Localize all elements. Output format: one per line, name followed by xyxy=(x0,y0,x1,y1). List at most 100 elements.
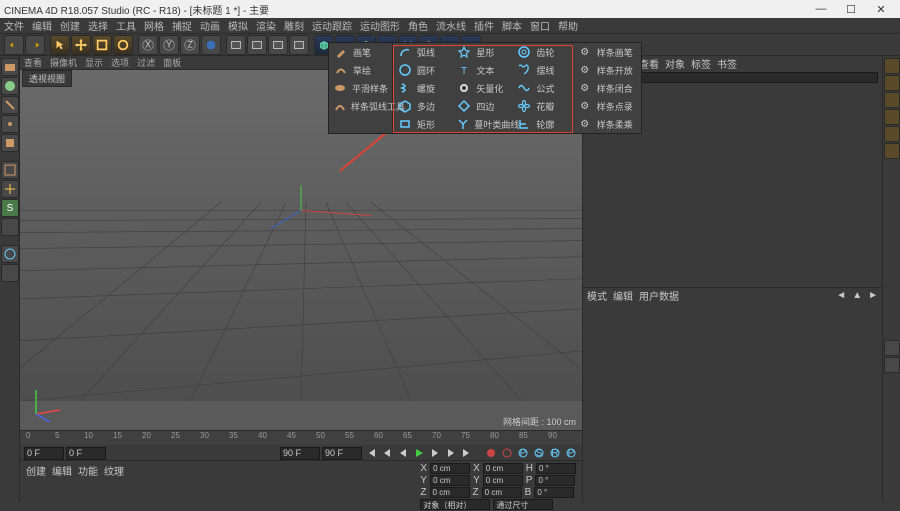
profile-spline[interactable]: 轮廓 xyxy=(512,115,571,133)
pos-z-field[interactable]: 0 cm xyxy=(430,487,470,498)
layer-icon[interactable] xyxy=(884,357,900,373)
object-search-input[interactable] xyxy=(601,72,878,83)
play-button[interactable] xyxy=(412,446,426,460)
soft-select-icon[interactable] xyxy=(1,245,19,263)
next-key-button[interactable] xyxy=(444,446,458,460)
point-mode-icon[interactable] xyxy=(1,115,19,133)
render-region-button[interactable] xyxy=(247,35,267,55)
rp-tab-view[interactable]: 查看 xyxy=(639,56,659,71)
nside-spline[interactable]: 多边 xyxy=(393,97,452,115)
vp-menu-panel[interactable]: 面板 xyxy=(163,56,181,69)
menu-file[interactable]: 文件 xyxy=(4,18,24,33)
size-z-field[interactable]: 0 cm xyxy=(482,487,522,498)
menu-pipeline[interactable]: 流水线 xyxy=(436,18,466,33)
undo-button[interactable] xyxy=(4,35,24,55)
cycloid-spline[interactable]: 摆线 xyxy=(512,61,571,79)
attr-tab-edit[interactable]: 编辑 xyxy=(613,288,633,303)
rp-tab-bookmarks[interactable]: 书签 xyxy=(717,56,737,71)
helix-spline[interactable]: 螺旋 xyxy=(393,79,452,97)
axis-z-button[interactable]: Z xyxy=(180,35,200,55)
rotate-tool[interactable] xyxy=(113,35,133,55)
attr-pen[interactable]: ⚙样条画笔 xyxy=(573,43,641,61)
axis-y-button[interactable]: Y xyxy=(159,35,179,55)
coord-mode-field[interactable]: 对象（相对） xyxy=(420,499,490,510)
bb-tab-tex[interactable]: 纹理 xyxy=(104,463,124,478)
size-y-field[interactable]: 0 cm xyxy=(483,475,523,486)
tweak-icon[interactable] xyxy=(1,264,19,282)
layout-6-icon[interactable] xyxy=(884,143,900,159)
record-button[interactable] xyxy=(484,446,498,460)
cissoid-spline[interactable]: 蔓叶类曲线 xyxy=(452,115,512,133)
pos-x-field[interactable]: 0 cm xyxy=(430,463,470,474)
key-pos-button[interactable]: P xyxy=(516,446,530,460)
autokey-button[interactable] xyxy=(500,446,514,460)
picture-viewer-button[interactable] xyxy=(289,35,309,55)
attr-nav-back-icon[interactable]: ◄ xyxy=(836,290,846,301)
text-spline[interactable]: T文本 xyxy=(452,61,512,79)
menu-character[interactable]: 角色 xyxy=(408,18,428,33)
vp-menu-options[interactable]: 选项 xyxy=(111,56,129,69)
next-frame-button[interactable] xyxy=(428,446,442,460)
formula-spline[interactable]: 公式 xyxy=(512,79,571,97)
close-button[interactable]: ✕ xyxy=(866,1,896,17)
to-start-button[interactable] xyxy=(364,446,378,460)
rot-b-field[interactable]: 0 ° xyxy=(534,487,574,498)
rp-tab-tags[interactable]: 标签 xyxy=(691,56,711,71)
scale-mode-field[interactable]: 通过尺寸 xyxy=(493,499,553,510)
vectorize-spline[interactable]: 矢量化 xyxy=(452,79,512,97)
poly-mode-icon[interactable] xyxy=(1,134,19,152)
circle-spline[interactable]: 圆环 xyxy=(393,61,452,79)
menu-create[interactable]: 创建 xyxy=(60,18,80,33)
key-scale-button[interactable]: S xyxy=(532,446,546,460)
prev-frame-button[interactable] xyxy=(396,446,410,460)
star-spline[interactable]: 星形 xyxy=(452,43,512,61)
menu-snap[interactable]: 捕捉 xyxy=(172,18,192,33)
start-frame-field[interactable]: 0 F xyxy=(24,447,64,460)
workplane-icon[interactable] xyxy=(1,218,19,236)
arc-spline[interactable]: 弧线 xyxy=(393,43,452,61)
attr-tab-userdata[interactable]: 用户数据 xyxy=(639,288,679,303)
size-x-field[interactable]: 0 cm xyxy=(483,463,523,474)
vp-menu-camera[interactable]: 摄像机 xyxy=(50,56,77,69)
menu-help[interactable]: 帮助 xyxy=(558,18,578,33)
key-param-button[interactable]: P xyxy=(564,446,578,460)
layout-4-icon[interactable] xyxy=(884,109,900,125)
snap-icon[interactable]: S xyxy=(1,199,19,217)
rect-spline[interactable]: 矩形 xyxy=(393,115,452,133)
xray-icon[interactable] xyxy=(1,161,19,179)
vp-menu-display[interactable]: 显示 xyxy=(85,56,103,69)
attr-record[interactable]: ⚙样条点录 xyxy=(573,97,641,115)
flower-spline[interactable]: 花瓣 xyxy=(512,97,571,115)
vp-menu-filter[interactable]: 过滤 xyxy=(137,56,155,69)
attr-soft[interactable]: ⚙样条柔乘 xyxy=(573,115,641,133)
menu-sculpt[interactable]: 雕刻 xyxy=(284,18,304,33)
bb-tab-create[interactable]: 创建 xyxy=(26,463,46,478)
scale-tool[interactable] xyxy=(92,35,112,55)
spline-arc-tool[interactable]: 样条弧线工具 xyxy=(329,97,392,115)
axis-icon[interactable] xyxy=(1,180,19,198)
vp-menu-view[interactable]: 查看 xyxy=(24,56,42,69)
coord-system-button[interactable] xyxy=(201,35,221,55)
menu-track[interactable]: 运动跟踪 xyxy=(312,18,352,33)
attr-nav-fwd-icon[interactable]: ► xyxy=(868,290,878,301)
cog-spline[interactable]: 齿轮 xyxy=(512,43,571,61)
menu-mesh[interactable]: 网格 xyxy=(144,18,164,33)
menu-mograph[interactable]: 运动图形 xyxy=(360,18,400,33)
axis-x-button[interactable]: X xyxy=(138,35,158,55)
menu-animate[interactable]: 动画 xyxy=(200,18,220,33)
menu-select[interactable]: 选择 xyxy=(88,18,108,33)
edge-mode-icon[interactable] xyxy=(1,96,19,114)
content-browser-icon[interactable] xyxy=(884,340,900,356)
prev-key-button[interactable] xyxy=(380,446,394,460)
maximize-button[interactable]: ☐ xyxy=(836,1,866,17)
render-settings-button[interactable] xyxy=(268,35,288,55)
render-view-button[interactable] xyxy=(226,35,246,55)
pen-tool[interactable]: 画笔 xyxy=(329,43,392,61)
layout-5-icon[interactable] xyxy=(884,126,900,142)
bb-tab-edit[interactable]: 编辑 xyxy=(52,463,72,478)
smooth-spline-tool[interactable]: 平滑样条 xyxy=(329,79,392,97)
redo-button[interactable] xyxy=(25,35,45,55)
menu-render[interactable]: 渲染 xyxy=(256,18,276,33)
pos-y-field[interactable]: 0 cm xyxy=(430,475,470,486)
layout-2-icon[interactable] xyxy=(884,75,900,91)
